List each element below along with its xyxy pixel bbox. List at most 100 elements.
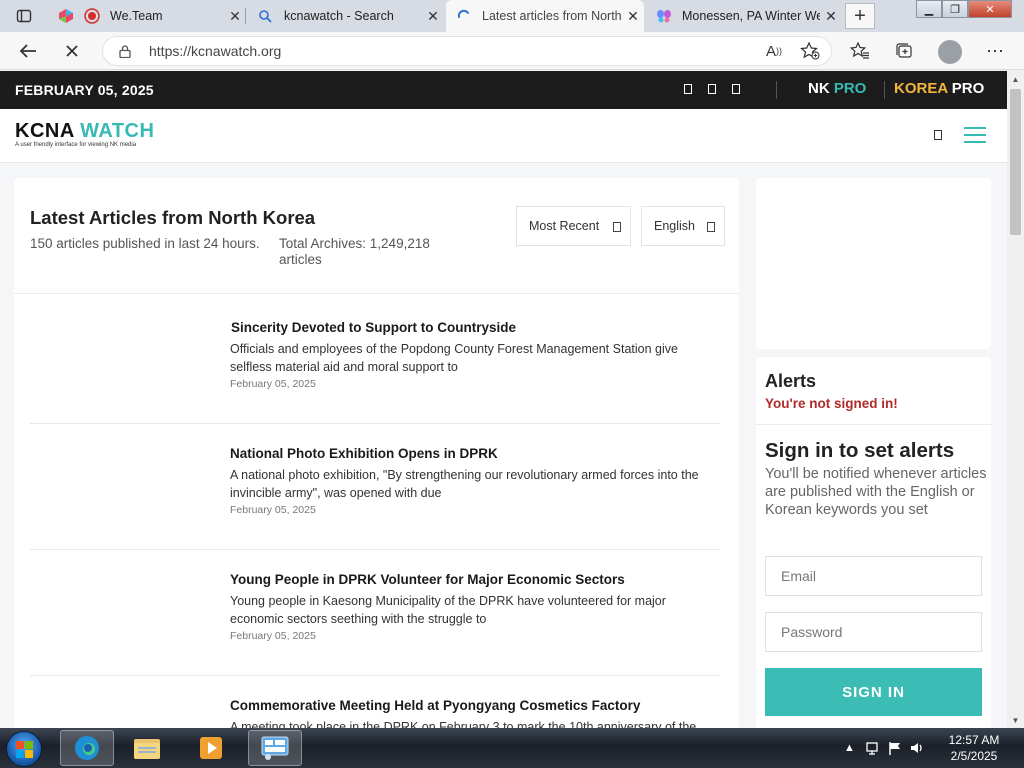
tab-title: Monessen, PA Winter We [682,9,820,23]
article-title[interactable]: Young People in DPRK Volunteer for Major… [230,572,625,587]
network-icon[interactable] [865,740,881,756]
close-icon[interactable]: ✕ [224,8,246,25]
current-date: FEBRUARY 05, 2025 [15,82,154,98]
more-menu-icon[interactable]: ⋯ [983,40,1007,62]
minimize-button[interactable]: ▁ [916,0,942,18]
clock-date: 2/5/2025 [950,749,998,763]
article-summary: A national photo exhibition, "By strengt… [230,468,699,500]
article-title[interactable]: National Photo Exhibition Opens in DPRK [230,446,498,461]
email-field[interactable] [765,556,982,596]
back-arrow-icon [19,44,36,58]
tab-weteam[interactable]: We.Team ✕ [48,0,246,32]
not-signed-in-warning: You're not signed in! [765,396,898,411]
maximize-button[interactable]: ❐ [942,0,968,18]
signin-title: Sign in to set alerts [765,439,955,462]
logo-word-kcna: KCNA [15,120,75,142]
weteam-favicon-icon [59,9,73,23]
add-favorite-icon[interactable] [798,40,822,62]
browser-tab-strip: We.Team ✕ kcnawatch - Search ✕ Latest ar… [0,0,1024,32]
loading-spinner-icon [457,9,469,18]
close-icon[interactable]: ✕ [820,8,842,25]
taskbar-media-player[interactable] [184,730,238,766]
page-title: Latest Articles from North Korea [30,207,316,228]
logo-word-watch: WATCH [80,120,155,142]
social-icon[interactable] [684,84,692,94]
korea-pro-label-a: KOREA [894,80,948,97]
folder-icon [134,739,160,759]
lock-icon [119,44,131,58]
new-tab-button[interactable]: + [845,3,875,29]
article-title[interactable]: Commemorative Meeting Held at Pyongyang … [230,698,640,713]
article-date: February 05, 2025 [230,504,316,516]
nk-pro-label-b: PRO [833,80,867,97]
scrollbar-thumb[interactable] [1010,89,1021,235]
logo-tagline: A user friendly interface for viewing NK… [15,142,137,148]
media-player-icon [200,737,222,759]
read-aloud-icon[interactable]: A)) [762,40,786,62]
favorites-icon[interactable] [848,40,872,62]
korea-pro-label-b: PRO [951,80,985,97]
profile-avatar[interactable] [938,40,962,64]
window-close-button[interactable]: ✕ [968,0,1012,18]
system-tray: ▲ [844,728,925,768]
tab-title: Latest articles from North [482,9,622,23]
articles-card: Latest Articles from North Korea 150 art… [14,178,739,728]
volume-icon[interactable] [909,740,925,756]
search-icon[interactable] [934,130,942,140]
language-select-value: English [654,219,695,233]
scroll-up-icon[interactable]: ▲ [1007,71,1024,87]
url-text: https://kcnawatch.org [149,43,282,59]
chevron-down-icon [707,222,715,232]
tab-actions-icon[interactable] [6,4,42,28]
signin-description: You'll be notified whenever articles are… [765,466,987,518]
article-title[interactable]: Sincerity Devoted to Support to Countrys… [231,320,516,335]
social-icon[interactable] [732,84,740,94]
sign-in-button[interactable]: SIGN IN [765,668,982,716]
action-center-flag-icon[interactable] [887,740,903,756]
sort-select-value: Most Recent [529,219,600,233]
password-field[interactable] [765,612,982,652]
ad-slot [756,178,991,349]
vertical-scrollbar[interactable]: ▲ ▼ [1007,71,1024,728]
article-summary: Officials and employees of the Popdong C… [230,342,678,374]
taskbar-edge[interactable] [60,730,114,766]
korea-pro-link[interactable]: KOREA PRO [894,80,984,97]
hamburger-menu-icon[interactable] [964,127,986,143]
taskbar-explorer[interactable] [120,730,174,766]
window-controls: ▁ ❐ ✕ [916,0,1012,20]
edge-icon [75,736,99,760]
articles-24h-stat: 150 articles published in last 24 hours. [30,236,260,251]
alerts-panel: Alerts You're not signed in! Sign in to … [756,357,991,728]
nk-pro-link[interactable]: NK PRO [808,80,866,97]
url-field[interactable]: https://kcnawatch.org [102,36,832,66]
tab-monessen-weather[interactable]: Monessen, PA Winter We ✕ [646,0,842,32]
scroll-down-icon[interactable]: ▼ [1007,712,1024,728]
close-icon[interactable]: ✕ [622,8,644,25]
social-icon[interactable] [708,84,716,94]
show-hidden-icons[interactable]: ▲ [844,742,855,754]
site-logo[interactable]: KCNA WATCH A user friendly interface for… [15,121,154,148]
tab-kcnawatch-search[interactable]: kcnawatch - Search ✕ [248,0,444,32]
article-thumbnail[interactable] [30,320,210,420]
alerts-title: Alerts [765,371,817,391]
site-header: KCNA WATCH A user friendly interface for… [0,109,1007,163]
article-date: February 05, 2025 [230,378,316,390]
start-button[interactable] [6,731,42,767]
top-date-bar: FEBRUARY 05, 2025 NK PRO KOREA PRO [0,71,1007,109]
tab-title: We.Team [110,9,163,23]
stop-loading-button[interactable] [57,38,87,64]
tab-latest-articles[interactable]: Latest articles from North ✕ [446,0,644,32]
taskbar-clock[interactable]: 12:57 AM 2/5/2025 [935,732,1013,764]
windows-taskbar: ▲ 12:57 AM 2/5/2025 [0,728,1024,768]
language-select[interactable]: English [641,206,725,246]
clock-time: 12:57 AM [948,733,1000,747]
article-thumbnail[interactable] [30,572,210,672]
article-thumbnail[interactable] [30,698,210,728]
close-icon[interactable]: ✕ [422,8,444,25]
back-button[interactable] [13,38,43,64]
collections-icon[interactable] [892,40,916,62]
sort-select[interactable]: Most Recent [516,206,631,246]
taskbar-remote-app[interactable] [248,730,302,766]
article-thumbnail[interactable] [30,446,210,546]
record-icon [84,8,100,24]
